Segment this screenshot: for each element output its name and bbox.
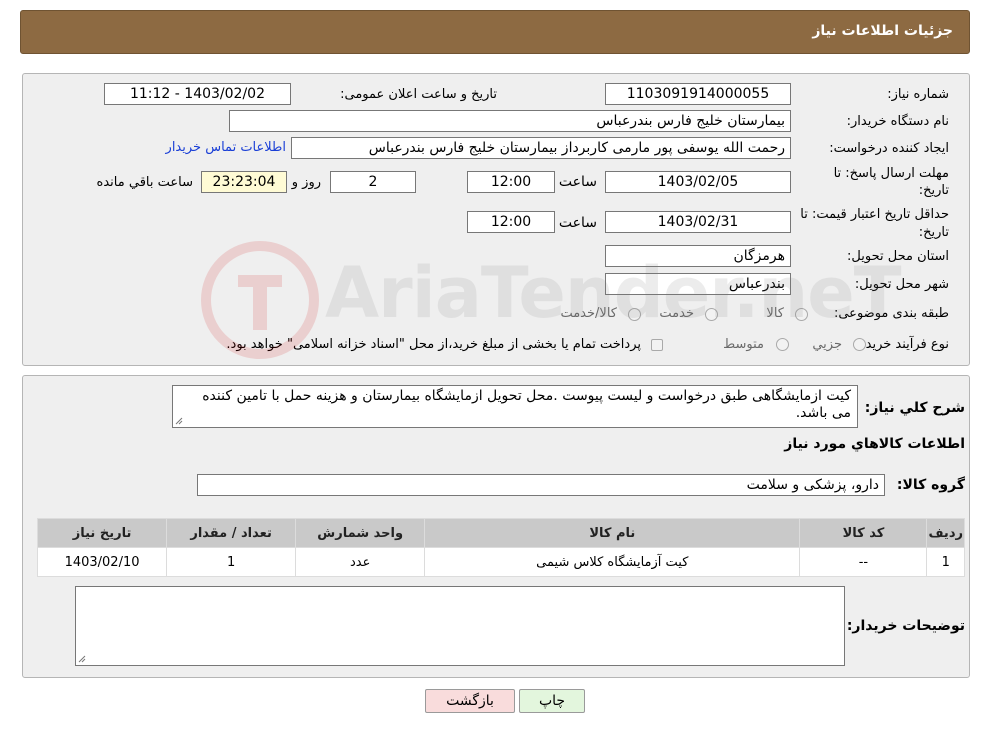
price-validity-time-label: ساعت	[558, 215, 597, 231]
cell-code: --	[800, 548, 927, 576]
category-option-goods-service: کالا/خدمت	[560, 306, 617, 321]
col-unit-header: واحد شمارش	[296, 519, 425, 547]
back-button[interactable]: بازگشت	[425, 689, 515, 713]
announce-label: تاریخ و ساعت اعلان عمومی:	[340, 87, 497, 102]
deadline-date-field: 1403/02/05	[605, 171, 791, 193]
province-label: استان محل تحویل:	[847, 249, 949, 264]
deadline-time-label: ساعت	[558, 174, 597, 190]
city-field: بندرعباس	[605, 273, 791, 295]
table-row: 1 -- کیت آزمایشگاه کلاس شیمی عدد 1 1403/…	[38, 548, 964, 576]
notes-resize-grip-icon[interactable]	[78, 655, 86, 663]
description-text: کیت ازمایشگاهی طبق درخواست و لیست پیوست …	[172, 385, 858, 428]
buyer-notes-field[interactable]	[75, 586, 845, 666]
category-radio-goods-service[interactable]	[628, 308, 641, 321]
col-row-header: رديف	[927, 519, 964, 547]
details-panel: شرح کلي نياز: کیت ازمایشگاهی طبق درخواست…	[22, 375, 970, 678]
category-radio-goods[interactable]	[795, 308, 808, 321]
col-qty-header: تعداد / مقدار	[167, 519, 296, 547]
price-validity-date-field: 1403/02/31	[605, 211, 791, 233]
cell-name: کیت آزمایشگاه کلاس شیمی	[425, 548, 800, 576]
buyer-notes-label: توضیحات خریدار:	[846, 618, 965, 634]
city-label: شهر محل تحویل:	[854, 277, 949, 292]
buyer-org-label: نام دستگاه خریدار:	[846, 114, 949, 129]
need-number-field: 1103091914000055	[605, 83, 791, 105]
page-header: جزئیات اطلاعات نیاز	[20, 10, 970, 54]
cell-row-number: 1	[927, 548, 964, 576]
cell-unit: عدد	[296, 548, 425, 576]
buyer-org-field: بیمارستان خلیج فارس بندرعباس	[229, 110, 791, 132]
process-radio-partial[interactable]	[853, 338, 866, 351]
remaining-time-label: ساعت باقي مانده	[96, 175, 193, 190]
col-name-header: نام کالا	[425, 519, 800, 547]
category-label: طبقه بندی موضوعی:	[833, 306, 949, 321]
process-option-medium: متوسط	[723, 337, 764, 352]
process-treasury-checkbox[interactable]	[651, 339, 663, 351]
goods-info-title: اطلاعات کالاهاي مورد نياز	[784, 436, 965, 452]
info-panel: شماره نیاز: 1103091914000055 تاریخ و ساع…	[22, 73, 970, 366]
need-number-label: شماره نیاز:	[887, 87, 949, 102]
process-label: نوع فرآیند خرید :	[857, 337, 949, 352]
days-label: روز و	[291, 175, 321, 190]
deadline-label-line2: تاریخ:	[918, 183, 949, 198]
description-value: کیت ازمایشگاهی طبق درخواست و لیست پیوست …	[202, 388, 851, 421]
cell-date: 1403/02/10	[38, 548, 167, 576]
items-table-header: رديف کد کالا نام کالا واحد شمارش تعداد /…	[38, 519, 964, 547]
items-table: رديف کد کالا نام کالا واحد شمارش تعداد /…	[37, 518, 965, 577]
province-field: هرمزگان	[605, 245, 791, 267]
remaining-time-field: 23:23:04	[201, 171, 287, 193]
cell-qty: 1	[167, 548, 296, 576]
buyer-contact-link[interactable]: اطلاعات تماس خریدار	[166, 140, 286, 155]
price-validity-label-line1: حداقل تاریخ اعتبار قیمت: تا	[800, 207, 949, 222]
category-option-service: خدمت	[659, 306, 694, 321]
page-title: جزئیات اطلاعات نیاز	[812, 23, 953, 39]
description-label: شرح کلي نياز:	[864, 400, 965, 416]
deadline-time-field: 12:00	[467, 171, 555, 193]
col-code-header: کد کالا	[800, 519, 927, 547]
goods-group-label: گروه کالا:	[896, 477, 965, 493]
creator-field: رحمت الله یوسفی پور مارمی کاربرداز بیمار…	[291, 137, 791, 159]
col-date-header: تاریخ نیاز	[38, 519, 167, 547]
price-validity-time-field: 12:00	[467, 211, 555, 233]
process-option-partial: جزيي	[812, 337, 842, 352]
creator-label: ایجاد کننده درخواست:	[829, 141, 949, 156]
announce-field: 1403/02/02 - 11:12	[104, 83, 291, 105]
goods-group-field: دارو، پزشکی و سلامت	[197, 474, 885, 496]
process-radio-medium[interactable]	[776, 338, 789, 351]
process-note: پرداخت تمام یا بخشی از مبلغ خرید،از محل …	[226, 337, 641, 352]
price-validity-label-line2: تاریخ:	[918, 225, 949, 240]
days-field: 2	[330, 171, 416, 193]
deadline-label-line1: مهلت ارسال پاسخ: تا	[833, 166, 949, 181]
print-button[interactable]: چاپ	[519, 689, 585, 713]
category-radio-service[interactable]	[705, 308, 718, 321]
category-option-goods: کالا	[766, 306, 784, 321]
resize-grip-icon[interactable]	[175, 417, 183, 425]
